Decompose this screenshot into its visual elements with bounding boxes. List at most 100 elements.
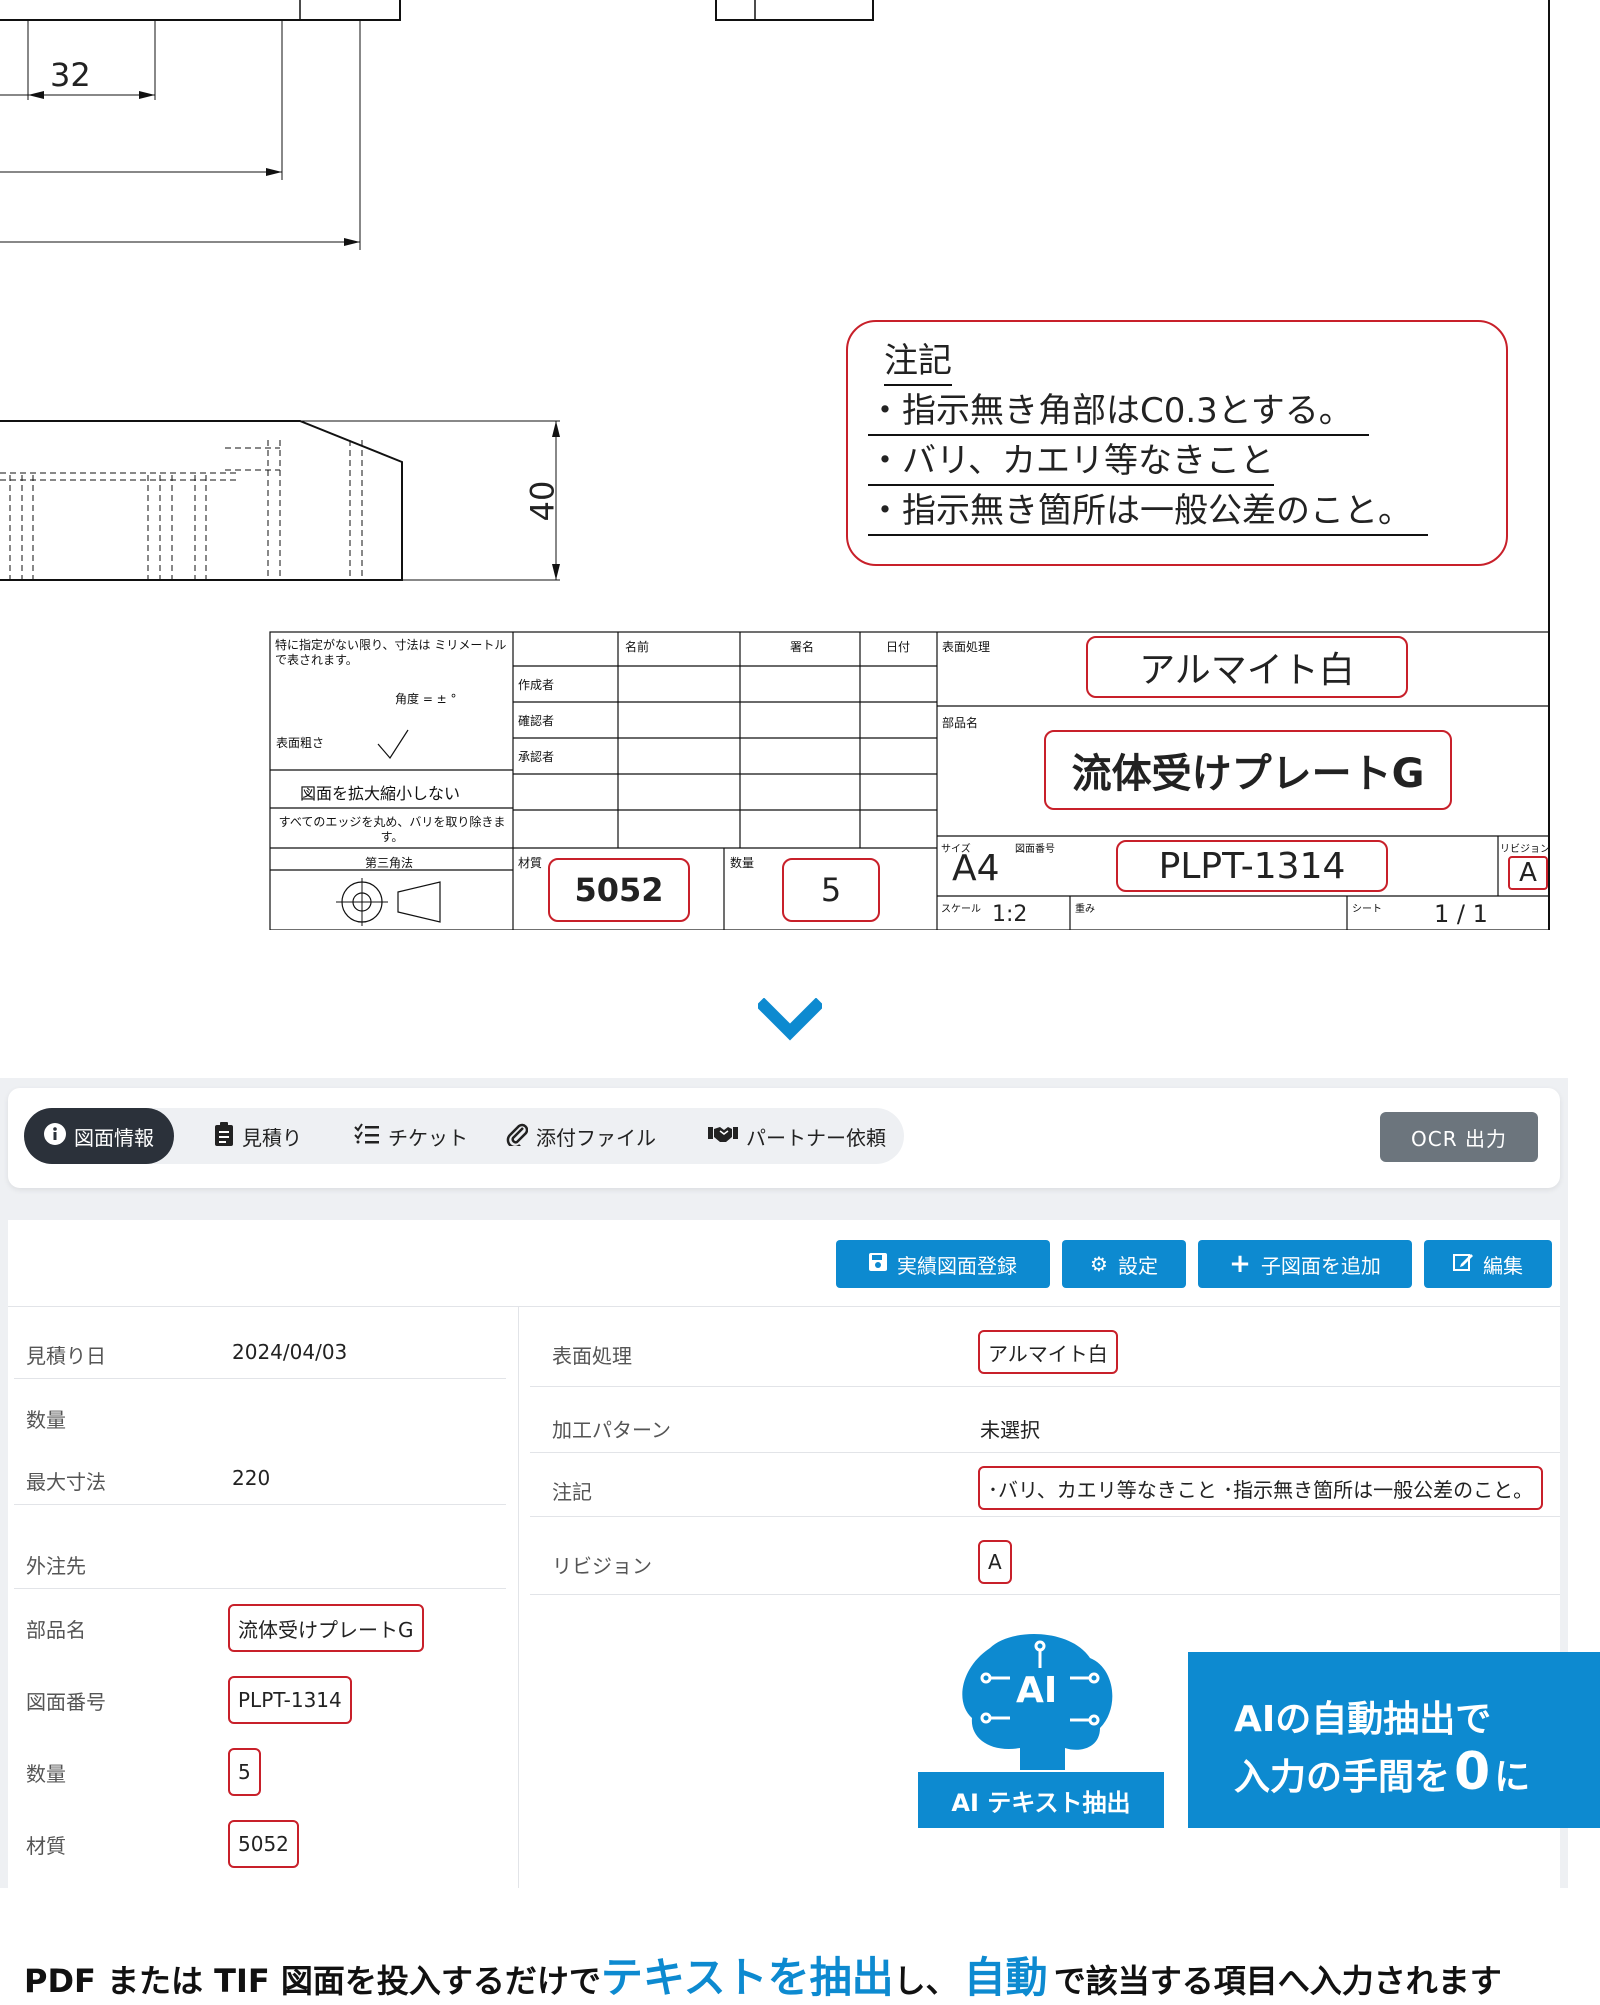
- tab-ticket[interactable]: チケット: [354, 1108, 468, 1164]
- promo-text: に: [1494, 1757, 1531, 1798]
- divider: [530, 1452, 1560, 1453]
- notes-box: 注記 ・指示無き角部はC0.3とする。 ・バリ、カエリ等なきこと ・指示無き箇所…: [846, 320, 1508, 566]
- field-label: 外注先: [26, 1554, 86, 1578]
- caption-text: PDF または TIF 図面を投入するだけで: [24, 1962, 601, 2000]
- promo-zero: 0: [1454, 1742, 1491, 1802]
- dimension-32: 32: [50, 56, 91, 94]
- sheet-value: 1 / 1: [1434, 900, 1488, 928]
- settings-button[interactable]: ⚙ 設定: [1062, 1240, 1186, 1288]
- tab-estimate[interactable]: 見積り: [214, 1108, 302, 1164]
- button-label: 設定: [1117, 1253, 1158, 1278]
- save-icon: [869, 1252, 887, 1276]
- revision-value[interactable]: A: [978, 1540, 1012, 1584]
- tab-bar: 図面情報 見積り チケット 添付ファイル パートナー依頼 OCR 出力: [8, 1088, 1560, 1188]
- general-note: 特に指定がない限り、寸法は ミリメートル で表されます。: [275, 638, 507, 667]
- projection-label: 第三角法: [365, 856, 414, 870]
- surface-treatment-value[interactable]: アルマイト白: [978, 1330, 1118, 1374]
- tab-drawing-info[interactable]: 図面情報: [24, 1108, 174, 1164]
- process-pattern-value: 未選択: [980, 1418, 1040, 1442]
- material-value: 5052: [548, 858, 690, 922]
- paperclip-icon: [506, 1122, 529, 1151]
- field-label: 部品名: [26, 1618, 86, 1642]
- ai-text-extraction-label: AI テキスト抽出: [918, 1772, 1164, 1828]
- estimate-date-value: 2024/04/03: [232, 1340, 348, 1364]
- col-sign: 署名: [790, 640, 815, 654]
- sheet-label: シート: [1352, 904, 1382, 915]
- max-dimension-value: 220: [232, 1466, 271, 1490]
- field-label: 加工パターン: [552, 1418, 671, 1442]
- ai-badge: AI: [1016, 1670, 1058, 1711]
- part-value: 流体受けプレートG: [1044, 730, 1452, 810]
- technical-drawing: 32 40 注記 ・指示無き角部はC0.3とする。 ・バリ、カエリ等なきこと ・…: [0, 0, 1600, 930]
- surface-label: 表面処理: [942, 640, 991, 654]
- column-divider: [518, 1306, 519, 1888]
- material-label: 材質: [518, 856, 543, 870]
- field-label: 表面処理: [552, 1344, 632, 1368]
- quantity-value[interactable]: 5: [228, 1748, 261, 1796]
- notes-line: ・指示無き箇所は一般公差のこと。: [868, 488, 1428, 536]
- tab-partner-request[interactable]: パートナー依頼: [708, 1108, 886, 1164]
- gear-icon: ⚙: [1090, 1252, 1108, 1276]
- material-value-field[interactable]: 5052: [228, 1820, 299, 1868]
- roughness-label: 表面粗さ: [276, 736, 325, 750]
- notes-title: 注記: [884, 338, 952, 386]
- part-label: 部品名: [942, 716, 979, 730]
- promo-text: 入力の手間を: [1234, 1757, 1451, 1798]
- field-label: リビジョン: [552, 1554, 652, 1578]
- part-name-value[interactable]: 流体受けプレートG: [228, 1604, 424, 1652]
- handshake-icon: [708, 1124, 738, 1149]
- edit-icon: [1453, 1252, 1473, 1277]
- divider: [8, 1306, 1560, 1307]
- field-label: 数量: [26, 1762, 66, 1786]
- notes-value[interactable]: ･バリ、カエリ等なきこと ･指示無き箇所は一般公差のこと。: [978, 1466, 1544, 1510]
- checklist-icon: [354, 1122, 380, 1150]
- rev-value: A: [1508, 856, 1548, 890]
- plus-icon: +: [1229, 1249, 1251, 1279]
- edit-button[interactable]: 編集: [1424, 1240, 1552, 1288]
- col-name: 名前: [625, 640, 650, 654]
- rev-label: リビジョン: [1500, 844, 1550, 855]
- add-child-drawing-button[interactable]: + 子図面を追加: [1198, 1240, 1412, 1288]
- info-icon: [44, 1122, 66, 1150]
- weight-label: 重み: [1075, 904, 1095, 915]
- button-label: 実績図面登録: [897, 1253, 1017, 1278]
- promo-box: AIの自動抽出で 入力の手間を 0 に: [1188, 1652, 1600, 1828]
- divider: [14, 1378, 506, 1379]
- field-label: 最大寸法: [26, 1470, 106, 1494]
- promo-line2: 入力の手間を 0 に: [1234, 1742, 1530, 1802]
- col-date: 日付: [886, 640, 911, 654]
- surface-value: アルマイト白: [1086, 636, 1408, 698]
- scale-label: スケール: [941, 904, 981, 915]
- ocr-output-button[interactable]: OCR 出力: [1380, 1112, 1538, 1162]
- row-approver: 承認者: [518, 750, 555, 764]
- promo-line1: AIの自動抽出で: [1234, 1699, 1492, 1740]
- tab-label: 図面情報: [74, 1125, 154, 1150]
- divider: [14, 1588, 506, 1589]
- caption-text: し、: [893, 1962, 958, 2000]
- clipboard-icon: [214, 1121, 234, 1151]
- register-drawing-button[interactable]: 実績図面登録: [836, 1240, 1050, 1288]
- tab-attachments[interactable]: 添付ファイル: [506, 1108, 656, 1164]
- caption-text: で該当する項目へ入力されます: [1053, 1962, 1502, 2000]
- edges-note: すべてのエッジを丸め、バリを取り除きます。: [278, 815, 506, 844]
- row-checker: 確認者: [518, 714, 555, 728]
- qty-value: 5: [782, 858, 880, 922]
- chevron-down-icon: [758, 998, 822, 1041]
- tab-label: チケット: [388, 1125, 468, 1150]
- dwg-no-label: 図面番号: [1015, 844, 1055, 855]
- divider: [530, 1516, 1560, 1517]
- button-label: 子図面を追加: [1260, 1253, 1381, 1278]
- drawing-number-value[interactable]: PLPT-1314: [228, 1676, 352, 1724]
- notes-line: ・指示無き角部はC0.3とする。: [868, 388, 1369, 436]
- tab-label: 見積り: [242, 1125, 302, 1150]
- size-value: A4: [952, 848, 1000, 889]
- caption-highlight: テキストを抽出: [600, 1953, 894, 2002]
- angle-tolerance: 角度 = ± °: [395, 692, 457, 706]
- divider: [530, 1594, 1560, 1595]
- divider: [14, 1504, 506, 1505]
- scale-value: 1:2: [992, 902, 1028, 927]
- tab-label: パートナー依頼: [746, 1125, 886, 1150]
- row-creator: 作成者: [518, 678, 555, 692]
- no-scale-note: 図面を拡大縮小しない: [300, 784, 461, 803]
- field-label: 見積り日: [26, 1344, 106, 1368]
